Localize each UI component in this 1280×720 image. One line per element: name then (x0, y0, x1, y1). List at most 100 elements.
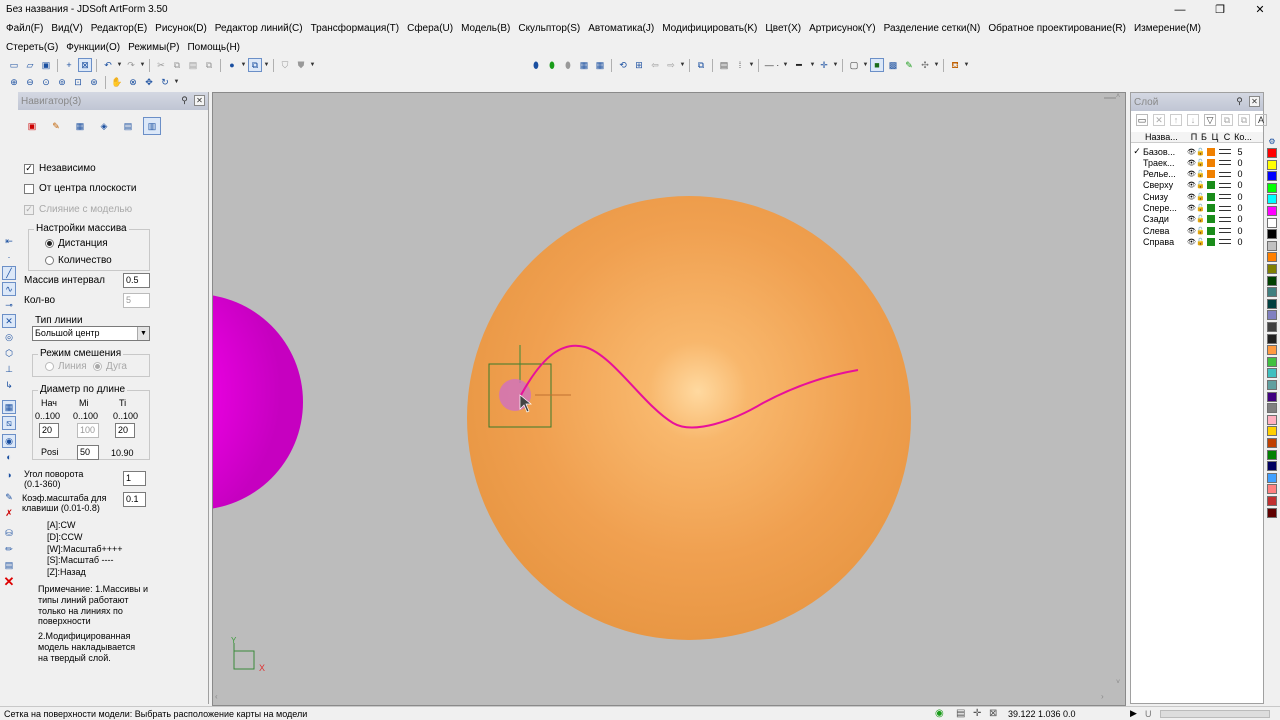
save-icon[interactable]: ▣ (39, 58, 53, 72)
status-arrow-icon[interactable]: ▶ (1130, 708, 1137, 719)
scroll-down-icon[interactable]: ˅ (1116, 679, 1120, 686)
menu-view[interactable]: Вид(V) (47, 23, 86, 34)
layer-linestyle-icon[interactable] (1219, 194, 1231, 200)
rotate-icon[interactable]: ↻ (158, 75, 172, 89)
layer-linestyle-icon[interactable] (1219, 182, 1231, 188)
filter-layer-icon[interactable]: ▽ (1204, 114, 1216, 126)
3d-viewport[interactable]: Y X ‹ › ˄ ˅ (212, 92, 1126, 706)
blend-arc-radio[interactable]: Дуга (93, 361, 127, 372)
palette-swatch[interactable] (1267, 438, 1277, 448)
stamp-icon[interactable]: ⛁ (2, 526, 16, 540)
view-mode-icon[interactable]: ⧉ (248, 58, 262, 72)
layer-row[interactable]: Траек... 👁 🔓 0 (1131, 157, 1263, 168)
nav-tab-grid-icon[interactable]: ▦ (71, 117, 89, 135)
menu-sphere[interactable]: Сфера(U) (403, 23, 457, 34)
eye-icon[interactable]: 👁 (1187, 227, 1196, 235)
eye-icon[interactable]: 👁 (1187, 204, 1196, 212)
layer-row[interactable]: Сверху 👁 🔓 0 (1131, 180, 1263, 191)
menu-help[interactable]: Помощь(H) (183, 42, 244, 53)
palette-swatch[interactable] (1267, 368, 1277, 379)
palette-swatch[interactable] (1267, 206, 1277, 216)
layer-linestyle-icon[interactable] (1219, 205, 1231, 211)
frame-view-icon[interactable]: ▦ (593, 58, 607, 72)
move-down-icon[interactable]: ↓ (1187, 114, 1199, 126)
scroll-left-icon[interactable]: ‹ (215, 692, 218, 701)
nav-tab-edit-icon[interactable]: ✎ (47, 117, 65, 135)
independent-checkbox[interactable]: ✓ Независимо (24, 163, 96, 174)
zoom-window-icon[interactable]: ⊞ (632, 58, 646, 72)
palette-swatch[interactable] (1267, 472, 1277, 483)
palette-swatch[interactable] (1267, 148, 1277, 158)
palette-swatch[interactable] (1267, 356, 1277, 367)
palette-swatch[interactable] (1267, 496, 1277, 506)
line-draw-icon[interactable]: ╱ (2, 266, 16, 280)
palette-swatch[interactable] (1267, 182, 1277, 193)
layer-active-check[interactable]: ✓ (1131, 146, 1143, 157)
redo-icon[interactable]: ↷ (124, 58, 138, 72)
palette-swatch[interactable] (1267, 322, 1277, 332)
scroll-right-icon[interactable]: › (1101, 692, 1104, 701)
eye-surface-icon[interactable]: ◉ (2, 434, 16, 448)
layer-col-name[interactable]: Назва... (1145, 132, 1189, 142)
menu-file[interactable]: Файл(F) (2, 23, 47, 34)
layers-stack-icon[interactable]: ▤ (2, 558, 16, 572)
lock-icon[interactable]: 🔓 (1196, 193, 1205, 201)
palette-swatch[interactable] (1267, 159, 1277, 170)
layer-linestyle-icon[interactable] (1219, 216, 1231, 222)
palette-swatch[interactable] (1267, 264, 1277, 274)
select-box-icon[interactable]: ⊠ (78, 58, 92, 72)
layer-close-icon[interactable]: ✕ (1249, 96, 1260, 107)
zoom-out-icon[interactable]: ⊖ (23, 75, 37, 89)
layer-color-swatch[interactable] (1207, 192, 1215, 201)
paste-icon[interactable]: ▤ (186, 58, 200, 72)
position-input[interactable]: 50 (77, 445, 99, 460)
minimize-button[interactable]: — (1160, 0, 1200, 19)
nav-tab-stack-icon[interactable]: ▤ (119, 117, 137, 135)
undo-icon[interactable]: ↶ (101, 58, 115, 72)
layer-color-swatch[interactable] (1207, 170, 1215, 179)
layer-linestyle-icon[interactable] (1219, 160, 1231, 166)
palette-swatch[interactable] (1267, 217, 1277, 228)
palette-swatch[interactable] (1267, 380, 1277, 390)
palette-swatch[interactable] (1267, 449, 1277, 460)
menu-color[interactable]: Цвет(X) (761, 23, 805, 34)
layer-col-p[interactable]: П (1189, 132, 1199, 142)
delete-layer-icon[interactable]: ✕ (1153, 114, 1165, 126)
lock-icon[interactable]: 🔓 (1196, 159, 1205, 167)
pan-icon[interactable]: ✋ (110, 75, 124, 89)
menu-artdrawing[interactable]: Артрисунок(Y) (805, 23, 880, 34)
distance-radio[interactable]: Дистанция (45, 238, 108, 249)
status-box-icon[interactable]: ⊠ (989, 708, 997, 719)
chevron-down-icon[interactable]: ▼ (137, 327, 149, 340)
surface-line-icon[interactable]: ⧅ (2, 416, 16, 430)
pin-icon[interactable]: ⚲ (179, 95, 190, 106)
menu-sculptor[interactable]: Скульптор(S) (514, 23, 584, 34)
merge-model-checkbox[interactable]: ✓ Слияние с моделью (24, 204, 132, 215)
status-print-icon[interactable]: ▤ (956, 708, 965, 719)
layer-text-a-icon[interactable]: A (1255, 114, 1267, 126)
eye-icon[interactable]: 👁 (1187, 215, 1196, 223)
layer-row[interactable]: Снизу 👁 🔓 0 (1131, 191, 1263, 202)
palette-swatch[interactable] (1267, 345, 1277, 356)
main-sphere[interactable] (467, 196, 911, 640)
palette-swatch[interactable] (1267, 229, 1277, 240)
palette-settings-icon[interactable]: ⚙ (1266, 137, 1278, 147)
frame-icon[interactable]: ▢ (847, 58, 861, 72)
layer-color-swatch[interactable] (1207, 158, 1215, 167)
palette-swatch[interactable] (1267, 252, 1277, 263)
eye-icon[interactable]: 👁 (1187, 159, 1196, 167)
surface-grid-icon[interactable]: ▦ (2, 400, 16, 414)
cut-icon[interactable]: ✂ (154, 58, 168, 72)
lock-icon[interactable]: 🔓 (1196, 227, 1205, 235)
grid-view-icon[interactable]: ▦ (577, 58, 591, 72)
layer-linestyle-icon[interactable] (1219, 228, 1231, 234)
menu-mesh-split[interactable]: Разделение сетки(N) (880, 23, 985, 34)
hatch-icon[interactable]: ▤ (717, 58, 731, 72)
navigator-close-icon[interactable]: ✕ (194, 95, 205, 106)
paint-bucket-icon[interactable]: ⛾ (948, 58, 962, 72)
delete-point-icon[interactable]: ✗ (2, 506, 16, 520)
segment-icon[interactable]: ⊸ (2, 298, 16, 312)
brush-icon[interactable]: ✎ (2, 490, 16, 504)
diameter-end-input[interactable]: 20 (115, 423, 135, 438)
diameter-start-input[interactable]: 20 (39, 423, 59, 438)
